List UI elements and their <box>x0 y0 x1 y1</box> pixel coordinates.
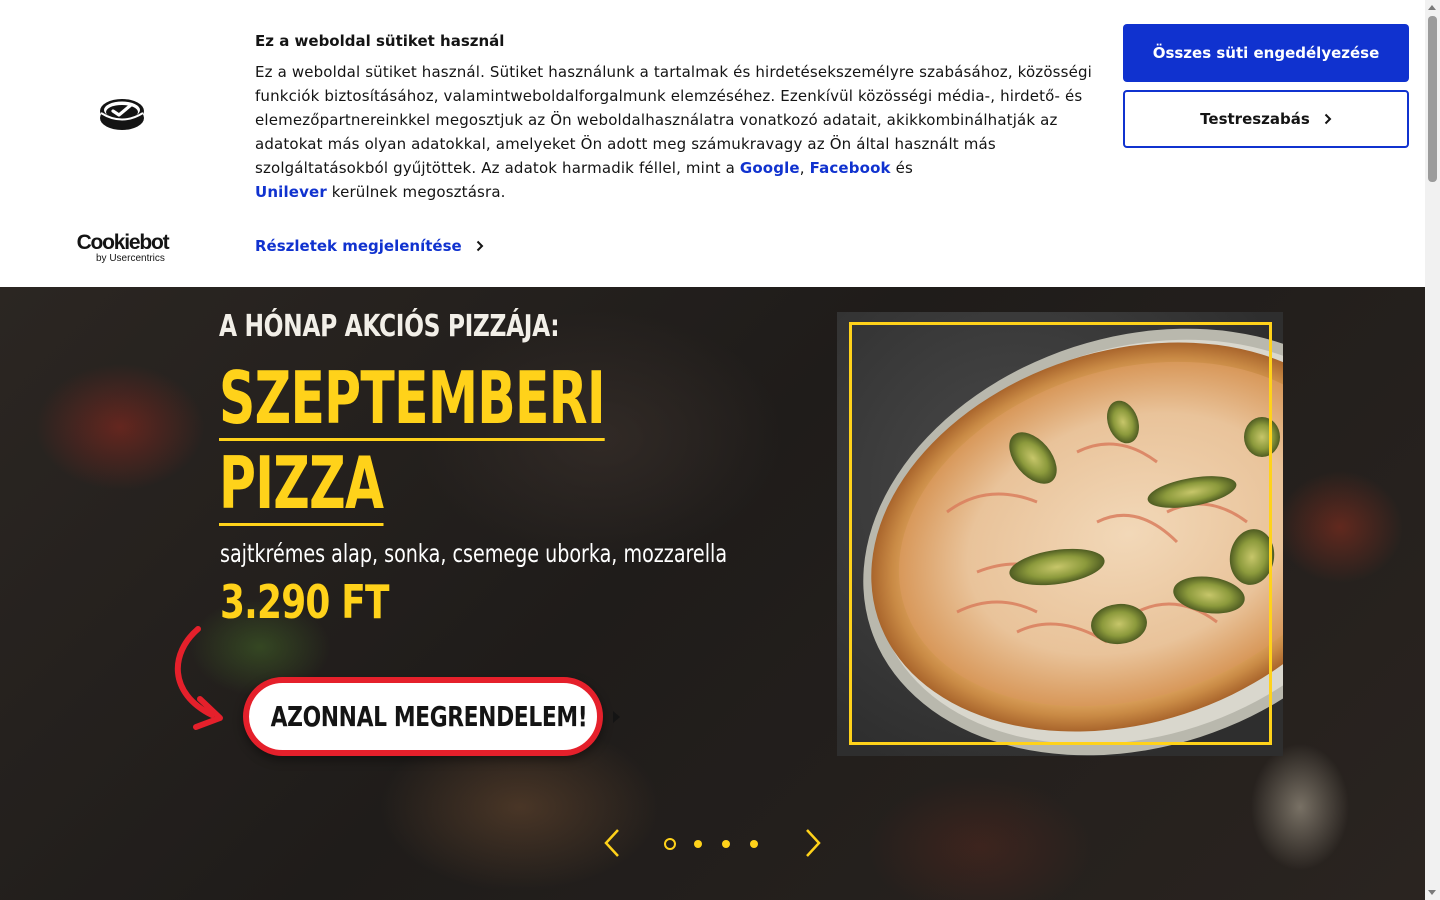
carousel-prev-arrow-icon[interactable] <box>602 828 622 858</box>
cookie-banner: Cookiebot by Usercentrics Ez a weboldal … <box>0 0 1425 287</box>
page-scrollbar[interactable] <box>1425 0 1440 900</box>
scroll-down-arrow-icon[interactable] <box>1428 890 1436 895</box>
customize-button[interactable]: Testreszabás <box>1123 90 1409 148</box>
hero-title-line1: SZEPTEMBERI <box>219 356 606 441</box>
scroll-up-arrow-icon[interactable] <box>1428 5 1436 10</box>
order-now-label: AZONNAL MEGRENDELEM! <box>270 700 587 733</box>
carousel-dot-4[interactable] <box>750 840 758 848</box>
scrollbar-thumb[interactable] <box>1428 16 1437 182</box>
curved-arrow-icon <box>174 626 223 730</box>
allow-all-cookies-button[interactable]: Összes süti engedélyezése <box>1123 24 1409 82</box>
cookiebot-wordmark: Cookiebot <box>76 231 170 254</box>
carousel-next-arrow-icon[interactable] <box>803 828 823 858</box>
carousel-dots <box>664 838 760 850</box>
show-details-label: Részletek megjelenítése <box>255 237 462 255</box>
cookiebot-logo-icon <box>100 99 144 130</box>
cookie-text-separator: , <box>799 159 810 177</box>
caret-right-icon <box>613 710 621 723</box>
hero-description: sajtkrémes alap, sonka, csemege uborka, … <box>220 539 728 568</box>
facebook-link[interactable]: Facebook <box>810 159 891 177</box>
carousel-dot-1[interactable] <box>664 838 676 850</box>
hero-promo-slide: A HÓNAP AKCIÓS PIZZÁJA: SZEPTEMBERI PIZZ… <box>0 287 1425 900</box>
cookie-banner-text: Ez a weboldal sütiket használ. Sütiket h… <box>255 60 1105 204</box>
cookiebot-brand: Cookiebot by Usercentrics <box>70 232 175 264</box>
carousel-dot-3[interactable] <box>722 840 730 848</box>
carousel-dot-2[interactable] <box>694 840 702 848</box>
customize-label: Testreszabás <box>1200 110 1310 128</box>
hero-price: 3.290 FT <box>220 575 390 629</box>
pizza-image <box>863 328 1283 756</box>
cookie-text-part2: kerülnek megosztásra. <box>326 183 506 201</box>
chevron-right-icon <box>476 240 484 252</box>
hero-title-line2: PIZZA <box>219 441 384 526</box>
show-details-link[interactable]: Részletek megjelenítése <box>255 237 484 255</box>
google-link[interactable]: Google <box>740 159 800 177</box>
chevron-right-icon <box>1324 113 1332 125</box>
hero-kicker: A HÓNAP AKCIÓS PIZZÁJA: <box>219 309 560 344</box>
cookie-text-separator: és <box>890 159 913 177</box>
pizza-image-card <box>837 312 1283 756</box>
unilever-link[interactable]: Unilever <box>255 183 327 201</box>
cookie-text-part1: Ez a weboldal sütiket használ. Sütiket h… <box>255 63 1092 177</box>
cookie-banner-title: Ez a weboldal sütiket használ <box>255 32 505 50</box>
order-now-button[interactable]: AZONNAL MEGRENDELEM! <box>243 677 621 756</box>
cookiebot-byline: by Usercentrics <box>96 253 165 264</box>
